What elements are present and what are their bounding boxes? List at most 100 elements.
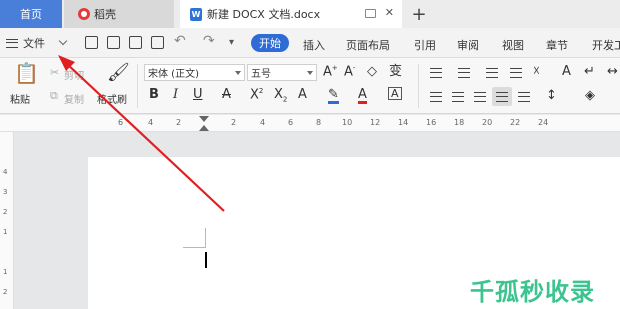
new-tab-button[interactable]: + [408, 2, 430, 26]
increase-indent-icon[interactable] [510, 68, 522, 78]
format-painter-icon[interactable]: 🖌 [107, 64, 130, 82]
indent-marker[interactable] [199, 116, 209, 131]
file-menu-label: 文件 [23, 37, 45, 50]
vertical-ruler[interactable]: 4 3 2 1 1 2 [0, 132, 14, 309]
ruler-number: 4 [3, 168, 8, 176]
print-preview-icon[interactable] [151, 36, 164, 49]
tab-start-label: 开始 [259, 37, 281, 50]
underline-icon[interactable]: U [193, 88, 203, 101]
ruler-number: 2 [3, 288, 8, 296]
show-marks-icon[interactable]: ↵ [584, 65, 595, 78]
font-color-icon[interactable]: A [358, 88, 367, 104]
divider [137, 64, 138, 108]
undo-icon[interactable]: ↶ [174, 33, 186, 49]
menu-references[interactable]: 引用 [414, 37, 436, 53]
tab-home-label: 首页 [20, 8, 42, 21]
paragraph-more-icon[interactable]: ↔ [607, 65, 618, 78]
menu-review[interactable]: 审阅 [457, 37, 479, 53]
line-spacing-icon[interactable]: ↕ [546, 89, 557, 102]
paste-icon[interactable]: 📋 [14, 63, 39, 83]
highlight-icon[interactable]: ✎ [328, 88, 339, 104]
close-tab-icon[interactable]: ✕ [385, 6, 394, 19]
menu-view[interactable]: 视图 [502, 37, 524, 53]
ruler-number: 12 [370, 118, 381, 127]
font-name-select[interactable]: 宋体 (正文) [144, 64, 245, 81]
ruler-number: 6 [118, 118, 124, 127]
italic-icon[interactable]: I [173, 88, 178, 101]
scissors-icon[interactable]: ✂ [50, 67, 59, 78]
distributed-align-icon[interactable] [518, 92, 530, 102]
chinese-layout-icon[interactable]: ☓ [533, 65, 540, 78]
daoke-logo-icon [78, 8, 90, 20]
ruler-number: 14 [398, 118, 409, 127]
shading-icon[interactable]: ◈ [585, 89, 595, 102]
format-painter-label[interactable]: 格式刷 [97, 91, 127, 106]
ruler-number: 6 [288, 118, 294, 127]
tab-daoke-label: 稻壳 [94, 8, 116, 21]
clear-format-icon[interactable]: ◇ [367, 65, 377, 78]
ribbon: 📋 粘贴 ✂ 剪切 ⧉ 复制 🖌 格式刷 宋体 (正文) 五号 A+ A- ◇ … [0, 58, 620, 114]
print-icon[interactable] [129, 36, 142, 49]
redo-icon[interactable]: ↷ [203, 33, 215, 49]
menu-developer[interactable]: 开发工 [592, 37, 620, 53]
bullet-list-icon[interactable] [430, 68, 442, 78]
ruler-number: 3 [3, 188, 8, 196]
writer-doc-icon: W [190, 7, 202, 21]
align-right-icon[interactable] [474, 92, 486, 102]
hamburger-icon [6, 38, 18, 48]
font-size-select[interactable]: 五号 [247, 64, 317, 81]
ruler-number: 2 [3, 208, 8, 216]
ruler-number: 8 [316, 118, 322, 127]
character-border-icon[interactable]: A [388, 87, 402, 100]
tab-document[interactable]: W 新建 DOCX 文档.docx ✕ [180, 0, 402, 28]
ruler-number: 18 [454, 118, 465, 127]
dropdown-icon [235, 71, 241, 75]
cut-label[interactable]: 剪切 [64, 67, 84, 82]
dropdown-icon [307, 71, 313, 75]
watermark-logo: 千孤秒收录 [470, 278, 595, 306]
shrink-font-icon[interactable]: A- [344, 65, 355, 79]
divider [418, 64, 419, 108]
bold-icon[interactable]: B [149, 88, 159, 101]
ruler-number: 4 [148, 118, 154, 127]
menu-section[interactable]: 章节 [546, 37, 568, 53]
decrease-indent-icon[interactable] [486, 68, 498, 78]
grow-font-icon[interactable]: A+ [323, 65, 338, 79]
text-cursor [205, 252, 207, 268]
ruler-number: 2 [231, 118, 237, 127]
tab-daoke[interactable]: 稻壳 [64, 0, 174, 28]
tab-start[interactable]: 开始 [251, 34, 289, 52]
ruler-number: 22 [510, 118, 521, 127]
ruler-number: 1 [3, 228, 8, 236]
margin-corner-mark [183, 247, 205, 248]
paste-label[interactable]: 粘贴 [10, 91, 30, 106]
file-menu-button[interactable]: 文件 [6, 33, 56, 53]
numbered-list-icon[interactable] [458, 68, 470, 78]
menu-page-layout[interactable]: 页面布局 [346, 37, 390, 53]
text-effect-icon[interactable]: A [298, 88, 307, 101]
tab-home[interactable]: 首页 [0, 0, 62, 28]
horizontal-ruler[interactable]: 6 4 2 2 4 6 8 10 12 14 16 18 20 22 24 [0, 115, 620, 132]
chevron-down-icon[interactable] [58, 36, 68, 46]
align-left-icon[interactable] [430, 92, 442, 102]
font-size-value: 五号 [251, 69, 271, 80]
menu-insert[interactable]: 插入 [303, 37, 325, 53]
more-quick-access-icon[interactable]: ▾ [229, 37, 234, 48]
superscript-icon[interactable]: X2 [250, 88, 263, 102]
sort-icon[interactable]: A [562, 65, 571, 78]
font-name-value: 宋体 (正文) [148, 69, 199, 80]
align-center-icon[interactable] [452, 92, 464, 102]
strikethrough-icon[interactable]: A [222, 88, 231, 101]
copy-icon[interactable]: ⧉ [50, 90, 58, 101]
export-pdf-icon[interactable] [107, 36, 120, 49]
copy-label[interactable]: 复制 [64, 91, 84, 106]
window-mode-icon[interactable] [365, 9, 376, 18]
subscript-icon[interactable]: X2 [274, 88, 287, 104]
phonetic-guide-icon[interactable]: 变 [389, 65, 402, 78]
save-icon[interactable] [85, 36, 98, 49]
ruler-number: 20 [482, 118, 493, 127]
ruler-number: 1 [3, 268, 8, 276]
ruler-number: 16 [426, 118, 437, 127]
tab-bar: 首页 稻壳 W 新建 DOCX 文档.docx ✕ + [0, 0, 620, 28]
ruler-number: 24 [538, 118, 549, 127]
